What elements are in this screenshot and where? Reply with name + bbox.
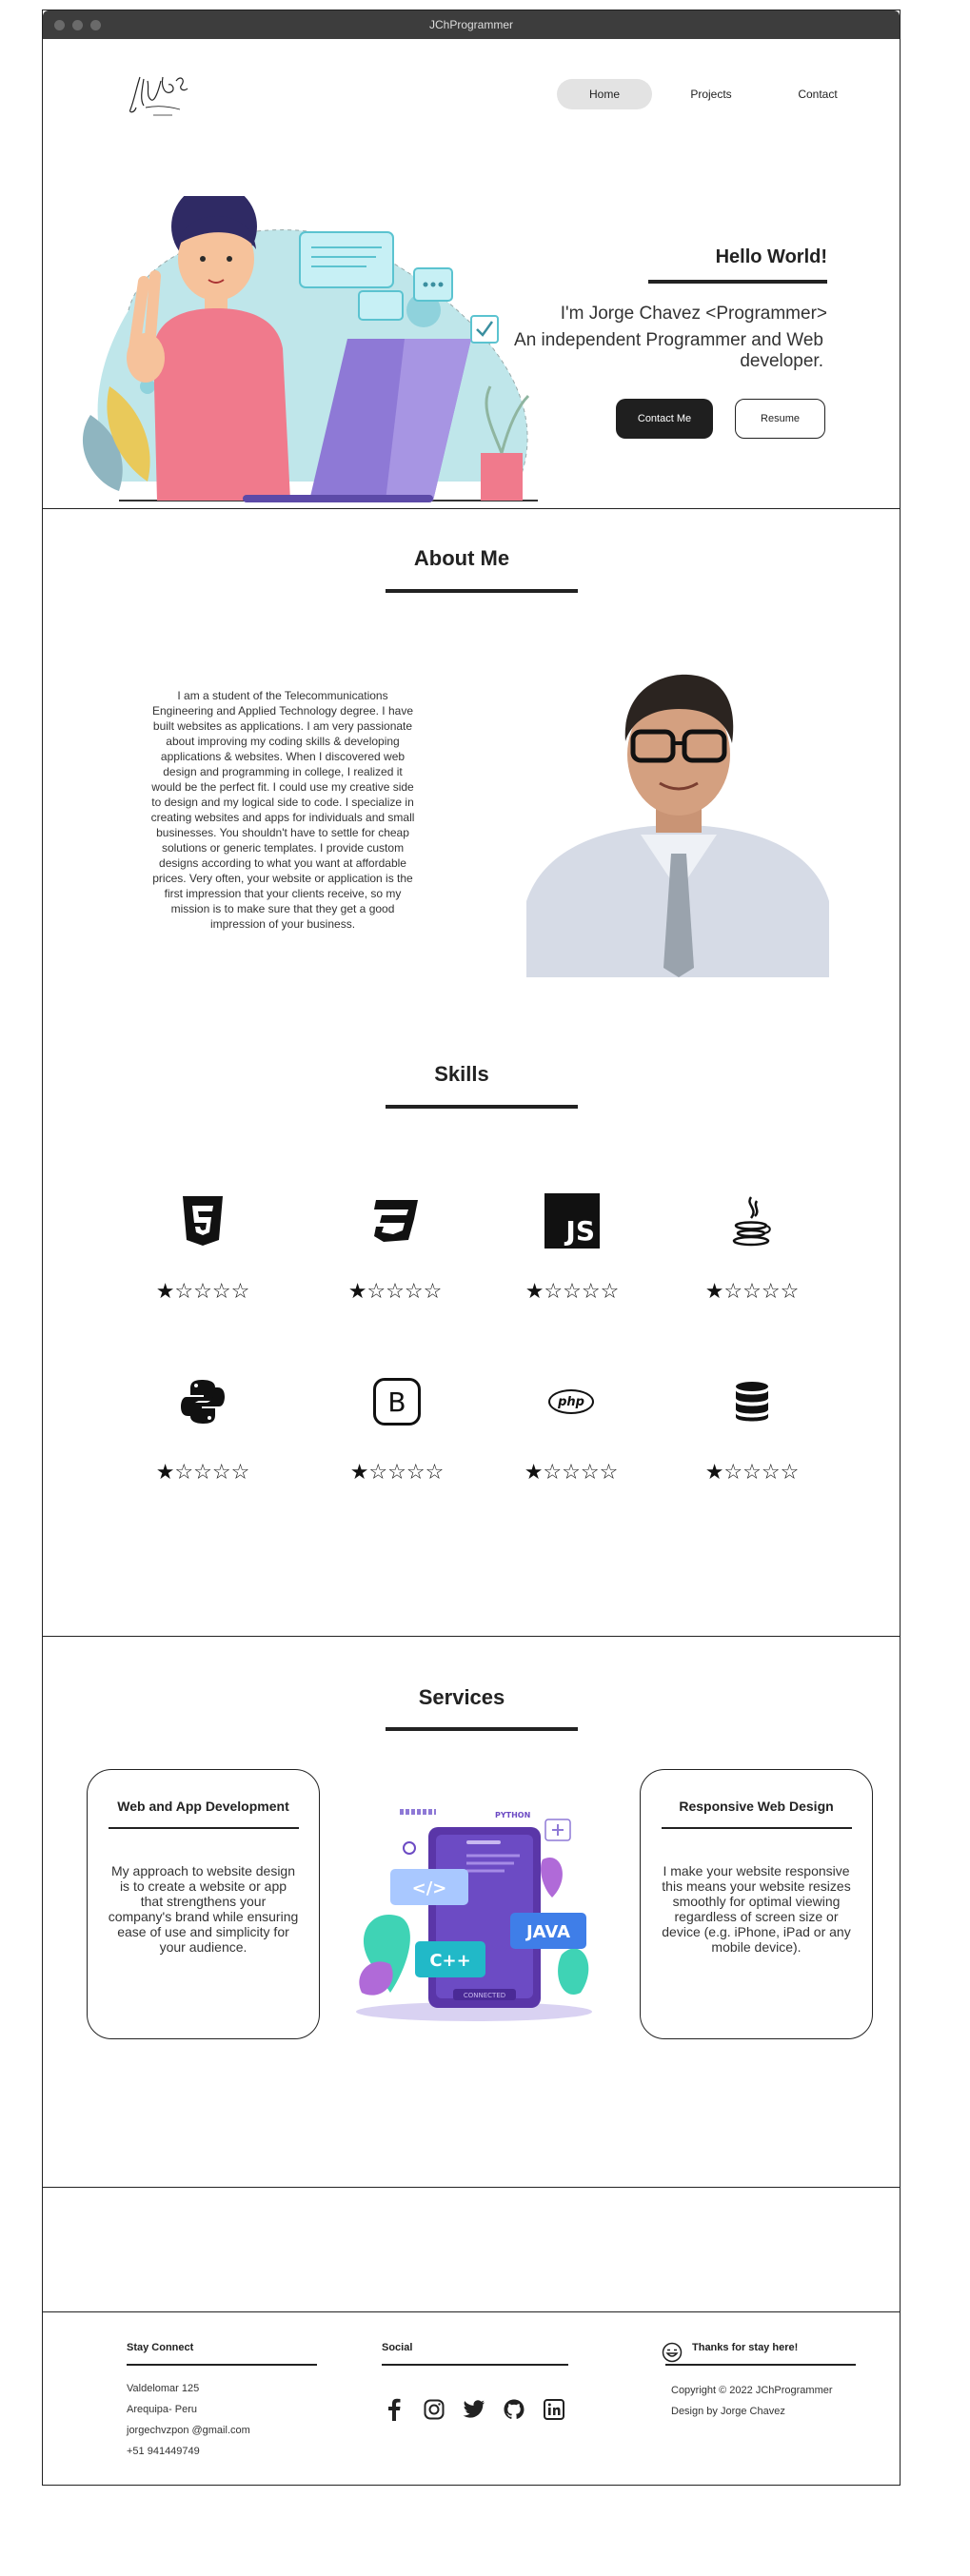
footer-social-divider — [382, 2364, 568, 2366]
skill-javascript-rating: ★☆☆☆☆ — [525, 1280, 620, 1304]
footer-city: Arequipa- Peru — [127, 2404, 197, 2415]
skill-java-rating: ★☆☆☆☆ — [704, 1280, 800, 1304]
hero-tagline: An independent Programmer and Web develo… — [514, 330, 823, 371]
javascript-icon: JS — [544, 1193, 600, 1249]
cpp-tag-label: C++ — [429, 1951, 470, 1971]
skill-bootstrap-rating: ★☆☆☆☆ — [349, 1461, 445, 1485]
skill-database-rating: ★☆☆☆☆ — [704, 1461, 800, 1485]
footer-contact-divider — [127, 2364, 317, 2366]
signature-logo[interactable] — [127, 68, 193, 119]
footer-social-title: Social — [382, 2342, 413, 2353]
php-icon-label: php — [558, 1394, 584, 1409]
code-tag-label: </> — [412, 1878, 447, 1898]
skill-python-rating: ★☆☆☆☆ — [155, 1461, 250, 1485]
service-card-text: I make your website responsive this mean… — [662, 1863, 851, 1955]
skill-css3: ★☆☆☆☆ — [338, 1190, 452, 1304]
footer-phone[interactable]: +51 941449749 — [127, 2441, 250, 2462]
nav-contact[interactable]: Contact — [770, 79, 865, 109]
skill-php: php ★☆☆☆☆ — [514, 1371, 628, 1485]
skill-css3-rating: ★☆☆☆☆ — [347, 1280, 443, 1304]
nav-home[interactable]: Home — [557, 79, 652, 109]
hero-greeting: Hello World! — [715, 246, 827, 267]
javascript-icon-label: JS — [565, 1215, 595, 1247]
instagram-icon[interactable] — [422, 2397, 446, 2422]
footer-contact-title: Stay Connect — [127, 2342, 194, 2353]
python-tag-label: PYTHON — [495, 1811, 530, 1819]
services-title: Services — [418, 1685, 505, 1709]
main-nav: Home Projects Contact — [557, 79, 865, 109]
skill-java: ★☆☆☆☆ — [695, 1190, 809, 1304]
hero-intro: I'm Jorge Chavez <Programmer> — [560, 304, 827, 324]
service-card-web-app: Web and App Development My approach to w… — [87, 1769, 320, 2039]
service-card-responsive: Responsive Web Design I make your websit… — [640, 1769, 873, 2039]
skill-javascript: JS ★☆☆☆☆ — [515, 1190, 629, 1304]
skill-html5-rating: ★☆☆☆☆ — [155, 1280, 250, 1304]
service-card-title: Web and App Development — [117, 1799, 289, 1814]
footer-thanks-divider — [665, 2364, 856, 2366]
window-title: JChProgrammer — [428, 18, 514, 31]
contact-me-button[interactable]: Contact Me — [616, 399, 713, 439]
html5-icon — [183, 1196, 223, 1246]
skills-title-underline — [386, 1105, 578, 1109]
social-links — [382, 2397, 566, 2422]
skill-bootstrap: B ★☆☆☆☆ — [340, 1371, 454, 1485]
service-card-title: Responsive Web Design — [679, 1799, 834, 1814]
footer-copyright: Copyright © 2022 JChProgrammer — [671, 2385, 833, 2396]
nav-projects[interactable]: Projects — [663, 79, 759, 109]
bootstrap-icon-label: B — [387, 1386, 406, 1418]
database-icon — [736, 1382, 768, 1422]
about-text: I am a student of the Telecommunications… — [150, 689, 415, 931]
python-icon — [181, 1380, 225, 1424]
services-illustration: </> JAVA C++ CONNECTED PYTHON — [356, 1809, 592, 2021]
resume-button[interactable]: Resume — [735, 399, 825, 439]
php-icon: php — [548, 1389, 594, 1414]
service-card-divider — [661, 1827, 852, 1829]
smile-icon — [662, 2342, 683, 2363]
facebook-icon[interactable] — [382, 2397, 406, 2422]
footer-address: Valdelomar 125 — [127, 2383, 200, 2394]
hero-section: Home Projects Contact Hello World! I'm J… — [43, 39, 900, 509]
github-icon[interactable] — [502, 2397, 526, 2422]
footer-copyright-block: Copyright © 2022 JChProgrammer Design by… — [671, 2380, 833, 2422]
css3-icon — [374, 1200, 418, 1242]
about-title: About Me — [413, 546, 510, 570]
skills-title: Skills — [434, 1062, 489, 1086]
service-card-text: My approach to website design is to crea… — [108, 1863, 299, 1955]
java-icon — [732, 1196, 771, 1247]
service-card-divider — [108, 1827, 299, 1829]
skill-python: ★☆☆☆☆ — [146, 1371, 260, 1485]
footer-credit: Design by Jorge Chavez — [671, 2406, 785, 2417]
skill-database: ★☆☆☆☆ — [695, 1371, 809, 1485]
window-titlebar: JChProgrammer — [43, 10, 900, 39]
programmer-illustration — [82, 196, 538, 502]
java-tag-label: JAVA — [525, 1922, 570, 1942]
skill-php-rating: ★☆☆☆☆ — [524, 1461, 619, 1485]
linkedin-icon[interactable] — [542, 2397, 566, 2422]
bootstrap-icon: B — [373, 1378, 421, 1426]
profile-photo — [526, 663, 829, 977]
skill-html5: ★☆☆☆☆ — [146, 1190, 260, 1304]
footer-email[interactable]: jorgechvzpon @gmail.com — [127, 2420, 250, 2441]
twitter-icon[interactable] — [462, 2397, 486, 2422]
connected-tag-label: CONNECTED — [464, 1992, 505, 1999]
footer-contact-list: Valdelomar 125 Arequipa- Peru jorgechvzp… — [127, 2378, 250, 2462]
hero-greeting-underline — [648, 280, 827, 284]
footer-thanks-title: Thanks for stay here! — [692, 2342, 799, 2353]
services-title-underline — [386, 1727, 578, 1731]
browser-window: JChProgrammer Home Projects Contact Hell… — [41, 10, 901, 2486]
about-title-underline — [386, 589, 578, 593]
